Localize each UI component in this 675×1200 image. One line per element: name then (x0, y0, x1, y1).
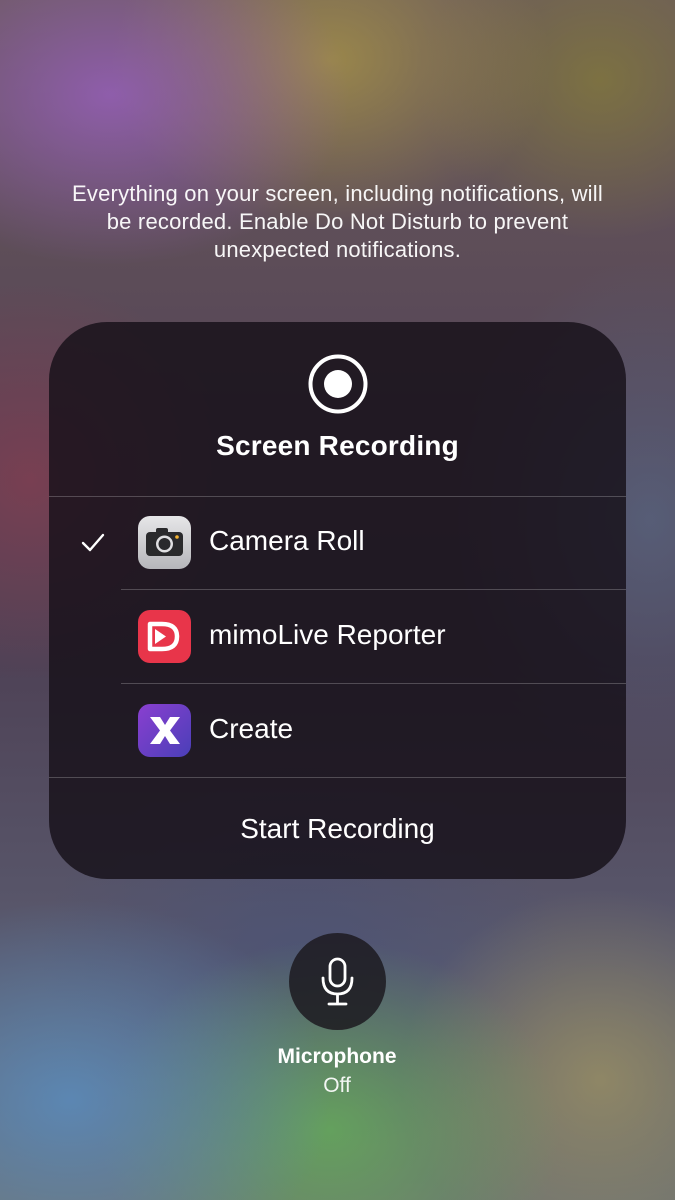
destination-mimolive-reporter[interactable]: mimoLive Reporter (49, 590, 626, 682)
mimolive-icon (138, 610, 191, 663)
panel-title: Screen Recording (216, 430, 459, 461)
destination-label: Camera Roll (209, 525, 365, 556)
recording-notice: Everything on your screen, including not… (72, 181, 603, 262)
destination-label: Create (209, 713, 294, 744)
create-app-icon (138, 704, 191, 757)
microphone-label: Microphone (277, 1045, 397, 1068)
destination-camera-roll[interactable]: Camera Roll (49, 496, 626, 588)
screen-recording-panel: Screen Recording Camera Roll mimoLive Re… (49, 322, 626, 879)
start-recording-button[interactable]: Start Recording (49, 778, 626, 879)
microphone-toggle[interactable] (289, 933, 386, 1030)
record-icon (308, 354, 368, 414)
microphone-state: Off (323, 1074, 351, 1097)
camera-icon (138, 516, 191, 569)
destination-create[interactable]: Create (49, 684, 626, 776)
checkmark-icon (81, 533, 105, 552)
destination-label: mimoLive Reporter (209, 619, 446, 650)
microphone-icon (321, 957, 354, 1006)
